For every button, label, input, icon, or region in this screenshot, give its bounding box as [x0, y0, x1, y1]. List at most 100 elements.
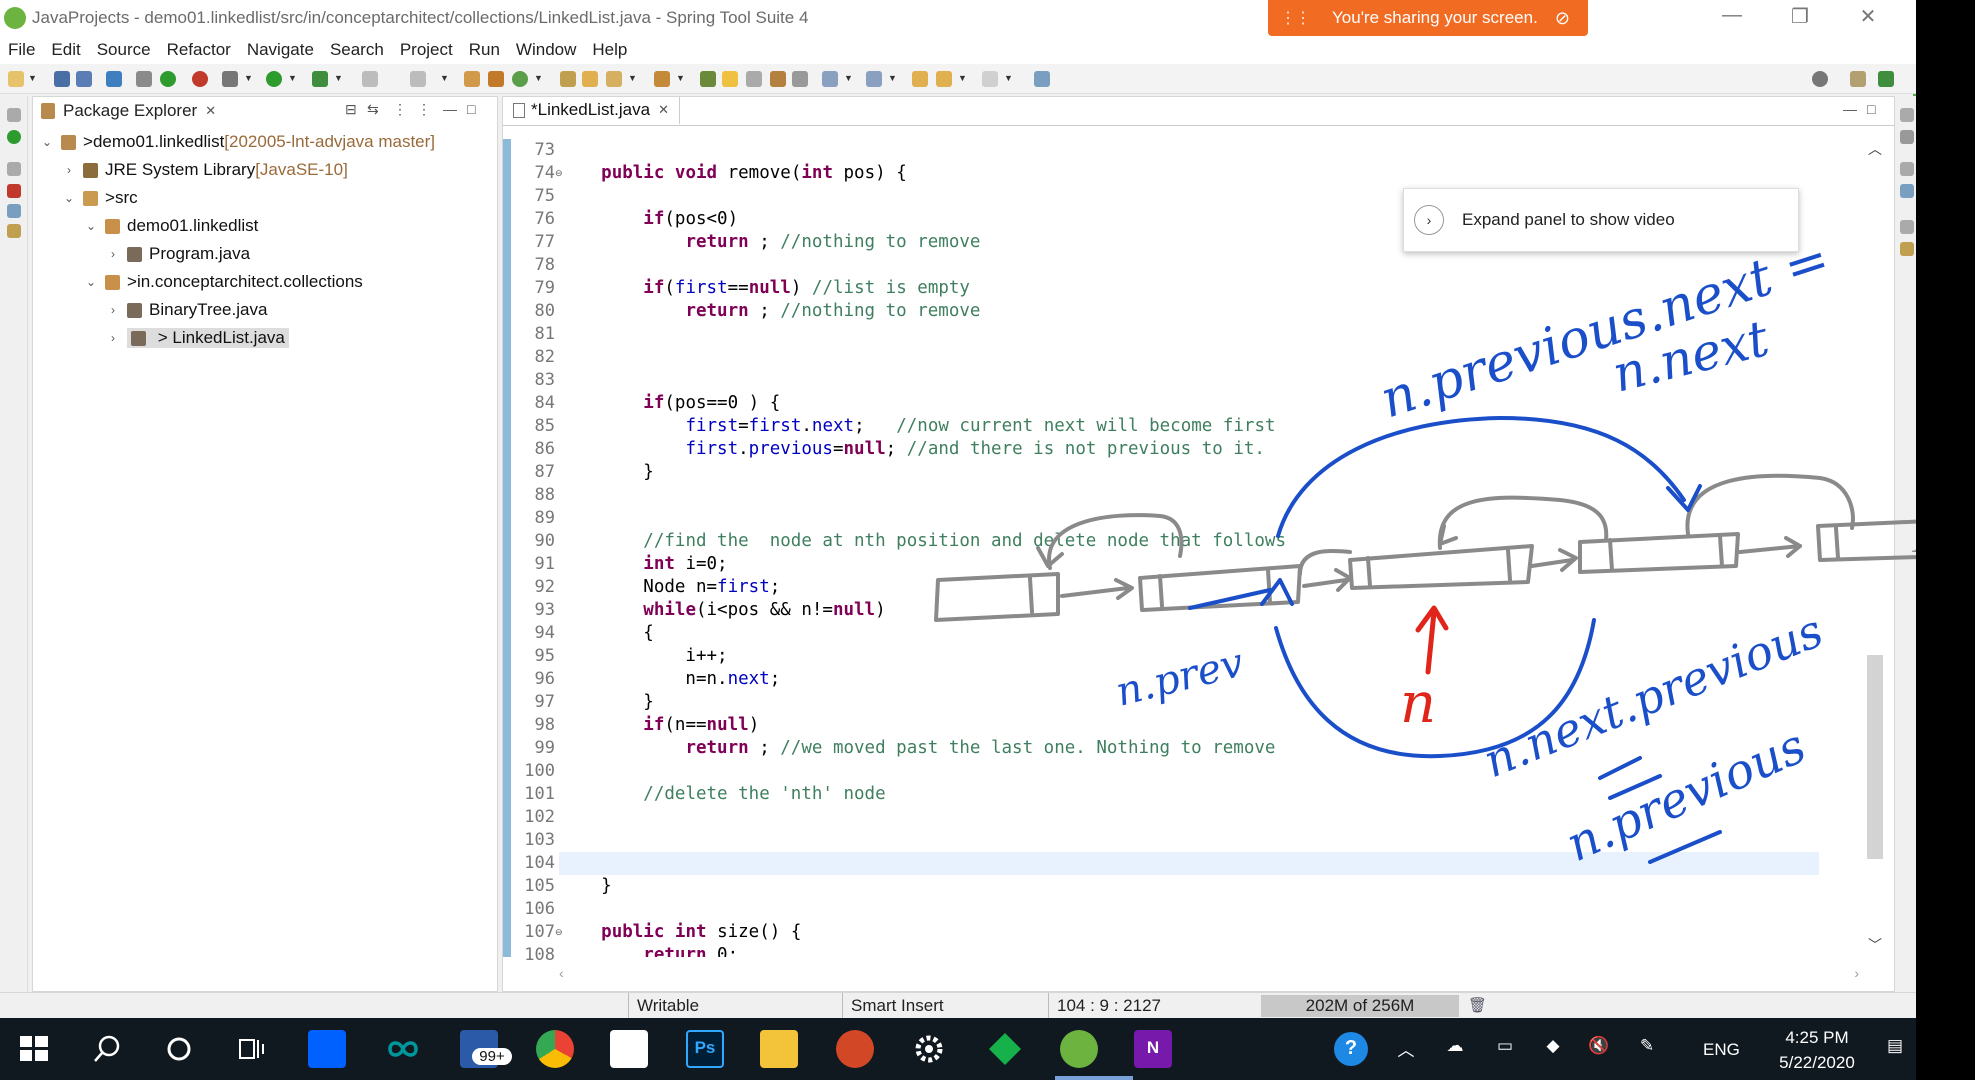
open-task-icon[interactable]	[582, 71, 598, 87]
status-insert-mode[interactable]: Smart Insert	[842, 993, 1054, 1019]
new-java-project-icon[interactable]	[464, 71, 480, 87]
restore-task-icon[interactable]	[1900, 162, 1914, 176]
menu-refactor[interactable]: Refactor	[159, 40, 239, 60]
word-wrap-icon[interactable]	[746, 71, 762, 87]
forward-icon[interactable]	[982, 71, 998, 87]
expand-toggle-icon[interactable]: ›	[61, 163, 77, 177]
restore-view-2-icon[interactable]	[7, 162, 21, 176]
open-declaration-dropdown-icon[interactable]: ▼	[676, 73, 685, 83]
scroll-right-icon[interactable]: ›	[1854, 965, 1859, 981]
next-annotation-icon[interactable]	[822, 71, 838, 87]
code-line[interactable]: int i=0;	[559, 553, 727, 576]
close-editor-icon[interactable]: ✕	[658, 102, 669, 118]
show-hidden-icons-icon[interactable]: ︿	[1394, 1036, 1418, 1061]
start-button[interactable]	[18, 1032, 50, 1064]
problems-icon[interactable]	[7, 184, 21, 198]
code-line[interactable]: if(first==null) //list is empty	[559, 277, 970, 300]
notifications-icon[interactable]: ▤	[1880, 1036, 1910, 1056]
java-perspective-icon[interactable]	[1878, 71, 1894, 87]
expand-toggle-icon[interactable]: ⌄	[39, 135, 55, 149]
scroll-up-icon[interactable]: ︿	[1868, 139, 1882, 159]
previous-annotation-dropdown-icon[interactable]: ▼	[888, 73, 897, 83]
back-dropdown-icon[interactable]: ▼	[958, 73, 967, 83]
code-line[interactable]: first=first.next; //now current next wil…	[559, 415, 1275, 438]
task-view-icon[interactable]	[232, 1030, 270, 1068]
clock-date[interactable]: 5/22/2020	[1758, 1053, 1876, 1073]
expand-toggle-icon[interactable]: ›	[105, 303, 121, 317]
microsoft-store-icon[interactable]	[610, 1030, 648, 1068]
tree-node-program-java[interactable]: › Program.java	[105, 241, 250, 267]
forward-dropdown-icon[interactable]: ▼	[1004, 73, 1013, 83]
minimize-editor-icon[interactable]: —	[1843, 101, 1857, 117]
external-tools-dropdown-icon[interactable]: ▼	[334, 73, 343, 83]
dropbox-app-icon[interactable]	[308, 1030, 346, 1068]
close-view-icon[interactable]: ✕	[205, 103, 216, 119]
spring-tool-suite-taskbar-icon[interactable]	[1060, 1030, 1098, 1068]
filters-icon[interactable]: ⋮	[393, 101, 407, 118]
new-class-dropdown-icon[interactable]: ▼	[534, 73, 543, 83]
code-line[interactable]: first.previous=null; //and there is not …	[559, 438, 1265, 461]
horizontal-scrollbar[interactable]: ‹ ›	[559, 965, 1859, 985]
run-dropdown-icon[interactable]: ▼	[288, 73, 297, 83]
refresh-icon[interactable]	[192, 71, 208, 87]
settings-gear-icon[interactable]	[910, 1030, 948, 1068]
spring-boot-icon[interactable]	[160, 71, 176, 87]
restore-button[interactable]: ❐	[1780, 4, 1820, 29]
new-dropdown-icon[interactable]: ▼	[28, 73, 37, 83]
tree-node-src[interactable]: ⌄ > src	[61, 185, 138, 211]
task-list-icon[interactable]	[1900, 184, 1914, 198]
code-line[interactable]: if(pos==0 ) {	[559, 392, 780, 415]
restore-view-icon[interactable]	[7, 108, 21, 122]
save-all-icon[interactable]	[76, 71, 92, 87]
open-perspective-icon[interactable]	[1850, 71, 1866, 87]
boot-dashboard-icon[interactable]	[7, 130, 21, 144]
powerpoint-icon[interactable]	[836, 1030, 874, 1068]
expand-toggle-icon[interactable]: ›	[105, 247, 121, 261]
stop-icon[interactable]	[362, 71, 378, 87]
collapse-all-icon[interactable]: ⊟	[345, 101, 357, 118]
code-line-current[interactable]	[559, 852, 1819, 875]
chrome-icon[interactable]	[536, 1030, 574, 1068]
scrollbar-thumb[interactable]	[1867, 655, 1883, 859]
javadoc-icon[interactable]	[7, 204, 21, 218]
code-line[interactable]: }	[559, 875, 612, 898]
scroll-left-icon[interactable]: ‹	[559, 965, 564, 981]
code-line[interactable]: //delete the 'nth' node	[559, 783, 885, 806]
tree-node-project[interactable]: ⌄ > demo01.linkedlist [202005-lnt-advjav…	[39, 129, 435, 155]
code-line[interactable]: n=n.next;	[559, 668, 780, 691]
battery-icon[interactable]: ▭	[1490, 1036, 1520, 1056]
new-icon[interactable]	[8, 71, 24, 87]
open-declaration-icon[interactable]	[654, 71, 670, 87]
disconnect-icon[interactable]	[410, 71, 426, 87]
code-line[interactable]: if(pos<0)	[559, 208, 738, 231]
previous-annotation-icon[interactable]	[866, 71, 882, 87]
menu-help[interactable]: Help	[584, 40, 635, 60]
menu-file[interactable]: File	[0, 40, 43, 60]
expand-toggle-icon[interactable]: ›	[105, 331, 121, 345]
chevron-right-icon[interactable]: ›	[1414, 205, 1444, 235]
search-icon[interactable]	[1812, 71, 1828, 87]
pen-icon[interactable]: ✎	[1632, 1036, 1662, 1056]
last-edit-location-icon[interactable]	[912, 71, 928, 87]
run-icon[interactable]	[266, 71, 282, 87]
menu-source[interactable]: Source	[89, 40, 159, 60]
gitkraken-icon[interactable]	[986, 1030, 1024, 1068]
spring-explorer-icon[interactable]	[1900, 242, 1914, 256]
tree-node-linkedlist-java[interactable]: › > LinkedList.java	[105, 325, 289, 351]
expand-toggle-icon[interactable]: ⌄	[83, 275, 99, 289]
back-icon[interactable]	[936, 71, 952, 87]
save-icon[interactable]	[54, 71, 70, 87]
arduino-icon[interactable]	[384, 1030, 422, 1068]
skip-breakpoints-icon[interactable]	[136, 71, 152, 87]
debug-dropdown-icon[interactable]: ▼	[244, 73, 253, 83]
editor-tab-linkedlist[interactable]: *LinkedList.java ✕	[503, 97, 680, 125]
onedrive-icon[interactable]: ☁	[1440, 1036, 1470, 1056]
code-line[interactable]: {	[559, 622, 654, 645]
code-line[interactable]: public void remove(int pos) {	[559, 162, 907, 185]
stop-sharing-icon[interactable]: ⊘	[1555, 8, 1570, 29]
menu-search[interactable]: Search	[322, 40, 392, 60]
cortana-icon[interactable]	[160, 1030, 198, 1068]
menu-edit[interactable]: Edit	[43, 40, 88, 60]
menu-navigate[interactable]: Navigate	[239, 40, 322, 60]
code-line[interactable]: while(i<pos && n!=null)	[559, 599, 885, 622]
